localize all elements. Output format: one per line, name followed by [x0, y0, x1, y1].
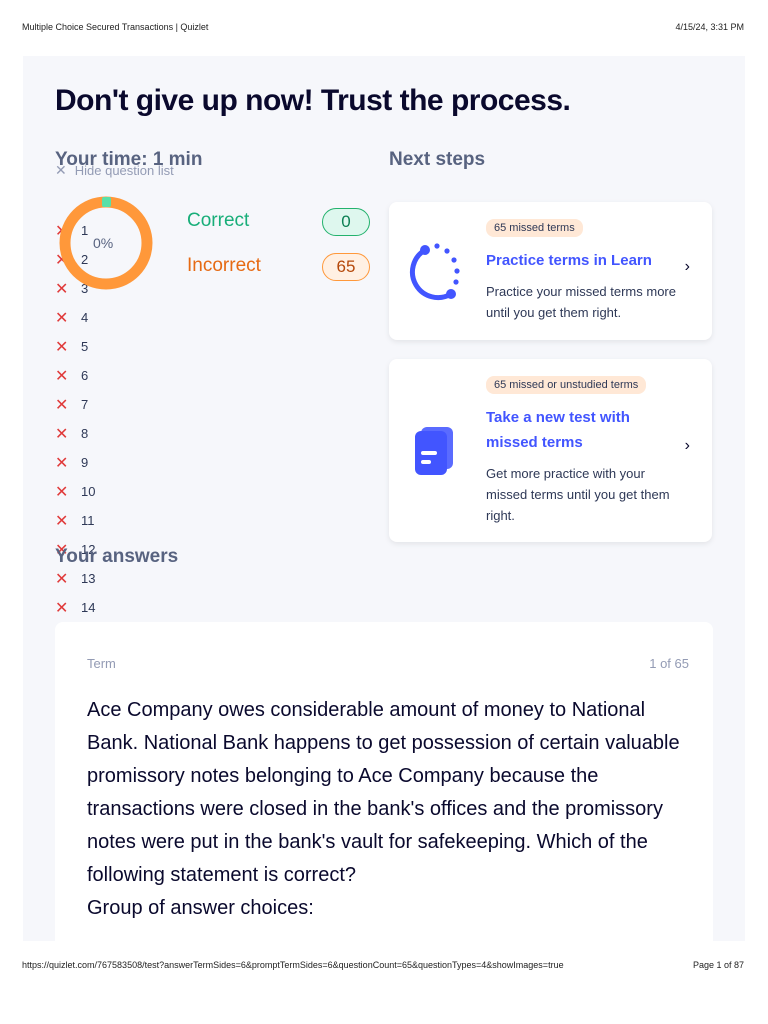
score-percent: 0%: [93, 235, 114, 251]
incorrect-x-icon: ✕: [55, 599, 69, 617]
results-panel: Don't give up now! Trust the process. ✕ 1…: [23, 56, 745, 941]
question-number: 11: [81, 513, 95, 528]
incorrect-x-icon: ✕: [55, 338, 69, 356]
question-list-item[interactable]: ✕ 9: [55, 448, 95, 477]
term-question: Ace Company owes considerable amount of …: [87, 699, 680, 886]
question-number: 10: [81, 484, 96, 499]
chevron-right-icon: ›: [684, 437, 690, 454]
new-test-card[interactable]: 65 missed or unstudied terms Take a new …: [389, 359, 712, 542]
page-title: Don't give up now! Trust the process.: [55, 84, 571, 117]
test-document-icon: [415, 427, 453, 475]
print-header-title: Multiple Choice Secured Transactions | Q…: [22, 22, 209, 32]
question-number: 9: [81, 455, 89, 470]
new-test-title: Take a new test with missed terms: [486, 409, 630, 451]
practice-learn-card[interactable]: 65 missed terms Practice terms in Learn …: [389, 202, 712, 340]
question-list-item[interactable]: ✕ 11: [55, 506, 95, 535]
next-steps-heading: Next steps: [389, 149, 486, 170]
missed-terms-badge: 65 missed terms: [486, 219, 583, 237]
practice-learn-title: Practice terms in Learn: [486, 252, 652, 269]
incorrect-x-icon: ✕: [55, 570, 69, 588]
incorrect-x-icon: ✕: [55, 309, 69, 327]
incorrect-x-icon: ✕: [55, 425, 69, 443]
question-list-item[interactable]: ✕ 13: [55, 564, 95, 593]
incorrect-count-badge: 65: [322, 253, 370, 281]
correct-label: Correct: [187, 210, 250, 231]
question-number: 6: [81, 368, 89, 383]
question-number: 14: [81, 600, 96, 615]
question-number: 13: [81, 571, 96, 586]
answer-choices-label: Group of answer choices:: [87, 897, 314, 919]
donut-correct-marker: [102, 197, 111, 207]
incorrect-label: Incorrect: [187, 255, 261, 276]
missed-unstudied-badge: 65 missed or unstudied terms: [486, 376, 647, 394]
incorrect-x-icon: ✕: [55, 483, 69, 501]
correct-count-badge: 0: [322, 208, 370, 236]
question-list-item[interactable]: ✕ 10: [55, 477, 95, 506]
learn-progress-icon: [409, 243, 460, 301]
term-question-text: Ace Company owes considerable amount of …: [87, 694, 687, 925]
question-number: 7: [81, 397, 89, 412]
question-list-item[interactable]: ✕ 6: [55, 361, 95, 390]
question-list-item[interactable]: ✕ 4: [55, 303, 95, 332]
your-time-heading: Your time: 1 min: [55, 149, 203, 170]
your-answers-heading: Your answers: [55, 546, 179, 567]
print-header-date: 4/15/24, 3:31 PM: [675, 22, 744, 32]
term-label: Term: [87, 656, 116, 671]
incorrect-x-icon: ✕: [55, 367, 69, 385]
question-list-item[interactable]: ✕ 5: [55, 332, 95, 361]
chevron-right-icon: ›: [684, 258, 690, 275]
incorrect-x-icon: ✕: [55, 454, 69, 472]
print-footer-url: https://quizlet.com/767583508/test?answe…: [22, 960, 564, 970]
term-counter: 1 of 65: [649, 656, 689, 671]
question-list-item[interactable]: ✕ 14: [55, 593, 95, 622]
question-list-item[interactable]: ✕ 7: [55, 390, 95, 419]
question-number: 8: [81, 426, 89, 441]
incorrect-x-icon: ✕: [55, 396, 69, 414]
incorrect-x-icon: ✕: [55, 512, 69, 530]
question-list-item[interactable]: ✕ 8: [55, 419, 95, 448]
question-number: 5: [81, 339, 89, 354]
answer-term-card: Term 1 of 65 Ace Company owes considerab…: [55, 622, 713, 941]
practice-learn-desc: Practice your missed terms more until yo…: [486, 284, 676, 320]
new-test-desc: Get more practice with your missed terms…: [486, 466, 670, 523]
print-footer-page: Page 1 of 87: [692, 960, 744, 970]
question-number: 4: [81, 310, 89, 325]
